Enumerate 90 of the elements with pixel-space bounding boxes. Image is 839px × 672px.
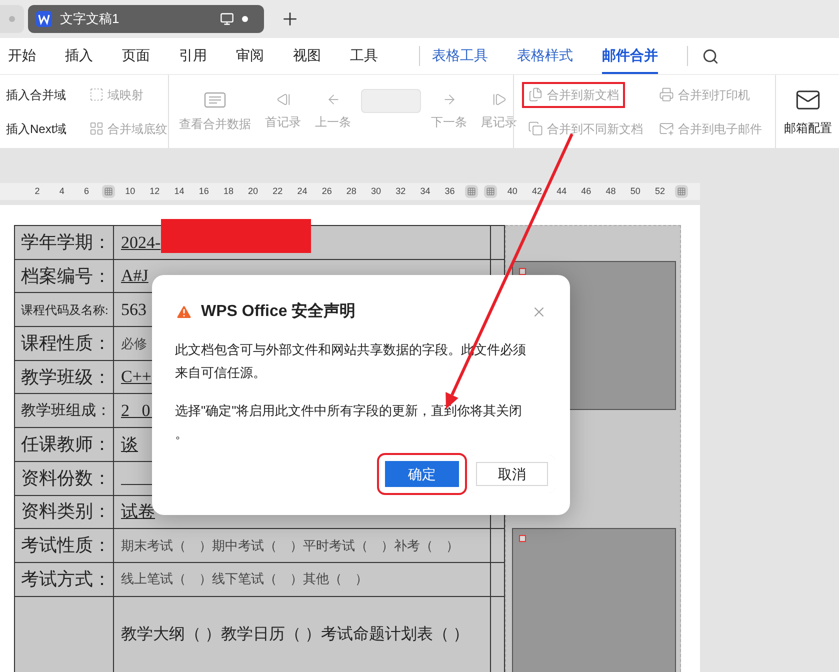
ruler-handle[interactable] xyxy=(675,185,688,198)
ribbon-tab[interactable]: 表格工具 xyxy=(432,38,488,74)
grid-icon xyxy=(467,187,476,196)
dialog-text: 来自可信任源。 xyxy=(175,364,267,382)
search-icon[interactable] xyxy=(702,48,719,64)
ruler-number: 42 xyxy=(530,184,543,198)
row-label: 学年学期： xyxy=(21,230,111,254)
row-label: 资料类别： xyxy=(21,500,111,524)
document-logo-icon xyxy=(36,11,52,27)
dialog-title: WPS Office 安全声明 xyxy=(201,301,357,322)
ruler-number: 2 xyxy=(34,184,41,198)
ruler-number: 20 xyxy=(247,184,260,198)
row-label: 任课教师： xyxy=(21,432,111,456)
ruler-number: 36 xyxy=(444,184,456,198)
broken-image-icon xyxy=(519,534,526,542)
ruler-number: 40 xyxy=(506,184,518,198)
grid-icon xyxy=(677,187,686,196)
ruler-handle[interactable] xyxy=(484,185,498,198)
confirm-button[interactable]: 确定 xyxy=(377,453,467,495)
toolbar-button[interactable]: 邮箱配置 xyxy=(780,84,836,138)
ruler-number: 22 xyxy=(272,184,284,198)
toolbar-button[interactable]: 插入合并域 xyxy=(0,82,72,108)
ruler-number: 4 xyxy=(58,184,66,198)
mail-icon xyxy=(659,121,674,136)
dashed-square-icon xyxy=(88,87,104,102)
ruler-number: 6 xyxy=(82,184,90,198)
ribbon-tab[interactable]: 审阅 xyxy=(236,38,264,74)
row-label: 教学班组成： xyxy=(21,402,111,421)
field-value: 563 xyxy=(121,298,146,321)
ruler-number: 48 xyxy=(604,184,617,198)
field-value: 试卷 xyxy=(121,501,155,524)
row-label: 考试性质： xyxy=(21,534,111,558)
row-label: 资料份数： xyxy=(21,466,111,490)
ruler-number: 30 xyxy=(370,184,382,198)
field-value: 2024- xyxy=(121,232,161,254)
ruler-number: 28 xyxy=(345,184,358,198)
field-value: C++ xyxy=(121,366,152,388)
ruler-number: 14 xyxy=(173,184,186,198)
grid-icon xyxy=(88,121,104,136)
ribbon-tab[interactable]: 表格样式 xyxy=(517,38,573,74)
monitor-icon xyxy=(220,12,234,26)
ruler-number: 26 xyxy=(320,184,333,198)
ruler-number: 18 xyxy=(222,184,234,198)
field-value: A#J xyxy=(121,265,148,288)
ribbon-tab[interactable]: 开始 xyxy=(8,38,36,74)
document-tab[interactable]: 文字文稿1 xyxy=(28,5,264,33)
row-label: 档案编号： xyxy=(21,264,111,288)
ruler-number: 12 xyxy=(148,184,161,198)
ruler-number: 24 xyxy=(296,184,308,198)
ruler-handle[interactable] xyxy=(102,185,115,198)
ribbon-tab[interactable]: 视图 xyxy=(293,38,321,74)
warning-icon xyxy=(175,303,193,321)
cancel-button[interactable]: 取消 xyxy=(467,453,557,495)
row-label: 课程性质： xyxy=(21,332,111,355)
copy-icon xyxy=(528,121,543,136)
ruler-number: 10 xyxy=(124,184,136,198)
ribbon-tab[interactable]: 插入 xyxy=(65,38,93,74)
toolbar-button[interactable]: 插入Next域 xyxy=(0,116,73,142)
row-label: 课程代码及名称: xyxy=(21,302,108,319)
home-tab[interactable] xyxy=(0,5,24,33)
broken-image-icon xyxy=(519,268,526,275)
documents-icon xyxy=(528,87,543,102)
ribbon-tab[interactable]: 工具 xyxy=(350,38,378,74)
ruler-number: 16 xyxy=(198,184,210,198)
grid-icon xyxy=(104,187,113,196)
ruler-number: 46 xyxy=(580,184,592,198)
field-value: 线上笔试（ ）线下笔试（ ）其他（ ） xyxy=(121,570,368,588)
ribbon-tab[interactable]: 引用 xyxy=(179,38,207,74)
printer-icon xyxy=(659,87,674,102)
ruler-number: 32 xyxy=(394,184,407,198)
row-label: 考试方式： xyxy=(21,568,111,591)
blank-line xyxy=(121,484,153,485)
tab-title: 文字文稿1 xyxy=(60,10,120,28)
last-record-icon xyxy=(492,92,506,107)
data-view-icon xyxy=(203,90,227,108)
row-label: 教学班级： xyxy=(21,366,111,389)
field-value: 谈 xyxy=(121,434,138,456)
dialog-text: 。 xyxy=(175,425,189,443)
field-value: 2 0 xyxy=(121,400,154,422)
field-value: 教学大纲（ ）教学日历（ ）考试命题计划表（ ） xyxy=(121,624,469,645)
ribbon-tab[interactable]: 页面 xyxy=(122,38,150,74)
field-value: 必修 xyxy=(121,334,147,353)
ruler-handle[interactable] xyxy=(465,185,478,198)
first-record-icon xyxy=(276,92,290,107)
field-value: 期末考试（ ）期中考试（ ）平时考试（ ）补考（ ） xyxy=(121,536,459,555)
ruler-number: 44 xyxy=(556,184,568,198)
ruler-number: 52 xyxy=(654,184,666,198)
ruler-number: 50 xyxy=(629,184,642,198)
grid-icon xyxy=(486,187,496,196)
ruler-number: 34 xyxy=(419,184,432,198)
